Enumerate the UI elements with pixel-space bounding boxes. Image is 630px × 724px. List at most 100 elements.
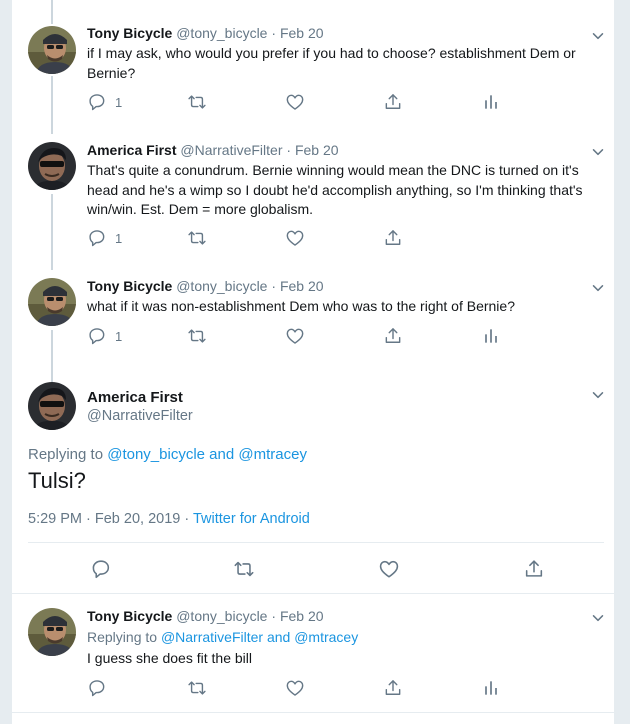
like-icon [378, 558, 400, 580]
analytics-button[interactable] [481, 326, 501, 346]
user-name[interactable]: America First [87, 389, 183, 406]
reply-button[interactable]: 1 [87, 92, 122, 112]
share-icon [383, 326, 403, 346]
separator: · [271, 608, 277, 624]
tweet-date[interactable]: Feb 20 [280, 25, 324, 41]
avatar[interactable] [28, 382, 76, 430]
replying-and: and [209, 446, 235, 463]
tweet-header: Tony Bicycle @tony_bicycle · Feb 20 [87, 24, 324, 42]
separator: · [286, 142, 292, 158]
user-name[interactable]: Tony Bicycle [87, 25, 172, 41]
share-button[interactable] [383, 228, 403, 248]
like-icon [285, 92, 305, 112]
analytics-icon [481, 326, 501, 346]
user-name[interactable]: Tony Bicycle [87, 608, 172, 624]
chevron-down-icon[interactable] [592, 282, 604, 294]
reply-button[interactable] [90, 558, 112, 580]
replying-to: Replying to @NarrativeFilter and @mtrace… [87, 628, 358, 646]
thread-line [51, 194, 53, 270]
avatar[interactable] [28, 142, 76, 190]
retweet-button[interactable] [187, 228, 207, 248]
mention-link[interactable]: @mtracey [294, 629, 358, 645]
reply-icon [87, 92, 107, 112]
analytics-icon [481, 678, 501, 698]
retweet-icon [233, 558, 255, 580]
like-icon [285, 228, 305, 248]
share-button[interactable] [523, 558, 545, 580]
reply-icon [87, 678, 107, 698]
retweet-button[interactable] [187, 92, 207, 112]
tweet-date[interactable]: Feb 20 [295, 142, 339, 158]
mention-link[interactable]: @tony_bicycle [107, 446, 205, 463]
reply-count: 1 [115, 328, 123, 344]
share-button[interactable] [383, 326, 403, 346]
chevron-down-icon[interactable] [592, 612, 604, 624]
user-name[interactable]: Tony Bicycle [87, 278, 172, 294]
like-button[interactable] [285, 92, 305, 112]
tweet-source[interactable]: Twitter for Android [193, 511, 310, 527]
share-icon [383, 678, 403, 698]
thread-line [51, 76, 53, 134]
share-button[interactable] [383, 92, 403, 112]
avatar[interactable] [28, 26, 76, 74]
retweet-icon [187, 92, 207, 112]
analytics-button[interactable] [481, 92, 501, 112]
divider [12, 712, 616, 713]
user-handle[interactable]: @NarrativeFilter [87, 408, 193, 424]
replying-to-label: Replying to [87, 629, 158, 645]
reply-icon [90, 558, 112, 580]
like-button[interactable] [285, 326, 305, 346]
like-icon [285, 678, 305, 698]
retweet-icon [187, 228, 207, 248]
retweet-button[interactable] [187, 326, 207, 346]
retweet-icon [187, 326, 207, 346]
like-icon [285, 326, 305, 346]
analytics-button[interactable] [481, 678, 501, 698]
tweet-date[interactable]: Feb 20 [280, 278, 324, 294]
mention-link[interactable]: @NarrativeFilter [161, 629, 263, 645]
user-handle[interactable]: @tony_bicycle [176, 25, 267, 41]
tweet-header: Tony Bicycle @tony_bicycle · Feb 20 [87, 277, 324, 295]
reply-button[interactable]: 1 [87, 326, 122, 346]
share-button[interactable] [383, 678, 403, 698]
replying-to: Replying to @tony_bicycle and @mtracey [28, 446, 307, 464]
avatar[interactable] [28, 608, 76, 656]
analytics-icon [481, 92, 501, 112]
main-tweet-name: America First [87, 388, 183, 407]
retweet-button[interactable] [233, 558, 255, 580]
retweet-button[interactable] [187, 678, 207, 698]
chevron-down-icon[interactable] [592, 389, 604, 401]
mention-link[interactable]: @mtracey [238, 446, 307, 463]
main-tweet-meta: 5:29 PM · Feb 20, 2019 · Twitter for And… [28, 510, 310, 528]
thread-line [51, 0, 53, 24]
main-tweet-text: Tulsi? [28, 468, 86, 493]
reply-icon [87, 326, 107, 346]
replying-and: and [266, 629, 291, 645]
like-button[interactable] [285, 678, 305, 698]
separator: · [271, 278, 277, 294]
user-handle[interactable]: @NarrativeFilter [180, 142, 282, 158]
replying-to-label: Replying to [28, 446, 104, 463]
chevron-down-icon[interactable] [592, 30, 604, 42]
like-button[interactable] [285, 228, 305, 248]
main-tweet-handle: @NarrativeFilter [87, 407, 193, 425]
like-button[interactable] [378, 558, 400, 580]
user-handle[interactable]: @tony_bicycle [176, 608, 267, 624]
chevron-down-icon[interactable] [592, 146, 604, 158]
tweet-text: That's quite a conundrum. Bernie winning… [87, 162, 583, 217]
tweet-date[interactable]: Feb 20 [280, 608, 324, 624]
user-name[interactable]: America First [87, 142, 176, 158]
tweet-actions: 1 [87, 228, 567, 248]
reply-count: 1 [115, 94, 123, 110]
reply-button[interactable]: 1 [87, 228, 122, 248]
reply-button[interactable] [87, 678, 107, 698]
tweet-text: I guess she does fit the bill [87, 650, 252, 666]
conversation-panel: Tony Bicycle @tony_bicycle · Feb 20 if I… [11, 0, 616, 724]
user-handle[interactable]: @tony_bicycle [176, 278, 267, 294]
share-icon [523, 558, 545, 580]
tweet-timestamp[interactable]: 5:29 PM · Feb 20, 2019 · [28, 511, 189, 527]
avatar[interactable] [28, 278, 76, 326]
main-tweet-actions [90, 558, 570, 578]
tweet-text: if I may ask, who would you prefer if yo… [87, 45, 576, 81]
share-icon [383, 92, 403, 112]
